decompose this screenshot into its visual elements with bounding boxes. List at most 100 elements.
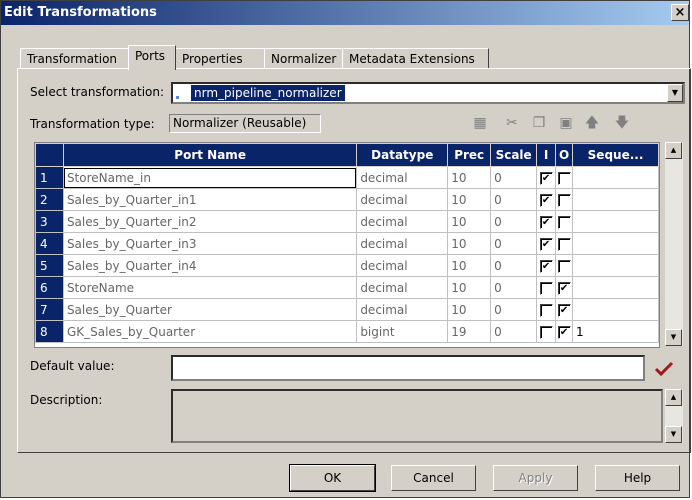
description-scrollbar[interactable]: ▲ ▼ bbox=[665, 389, 683, 443]
sequence-cell[interactable] bbox=[572, 276, 659, 299]
prec-cell[interactable]: 10 bbox=[447, 254, 492, 277]
paste-icon[interactable]: ▣ bbox=[555, 112, 577, 134]
tab-ports[interactable]: Ports bbox=[128, 45, 176, 70]
scale-cell[interactable]: 0 bbox=[490, 188, 538, 211]
sequence-cell[interactable] bbox=[572, 298, 659, 321]
input-checkbox[interactable] bbox=[539, 325, 553, 339]
table-row[interactable]: 1 StoreName_in decimal 10 0 ✔ bbox=[35, 166, 659, 189]
tab-normalizer[interactable]: Normalizer bbox=[264, 48, 343, 69]
table-row[interactable]: 3 Sales_by_Quarter_in2 decimal 10 0 ✔ bbox=[35, 210, 659, 233]
row-number[interactable]: 6 bbox=[35, 276, 64, 299]
port-name-cell[interactable]: Sales_by_Quarter_in2 bbox=[62, 210, 358, 233]
row-number[interactable]: 1 bbox=[35, 166, 64, 189]
scale-cell[interactable]: 0 bbox=[490, 254, 538, 277]
output-checkbox[interactable] bbox=[557, 215, 571, 229]
port-name-cell[interactable]: Sales_by_Quarter bbox=[62, 298, 358, 321]
header-datatype[interactable]: Datatype bbox=[356, 143, 449, 167]
port-name-cell[interactable]: Sales_by_Quarter_in3 bbox=[62, 232, 358, 255]
prec-cell[interactable]: 10 bbox=[447, 210, 492, 233]
row-number[interactable]: 4 bbox=[35, 232, 64, 255]
port-name-cell[interactable]: Sales_by_Quarter_in1 bbox=[62, 188, 358, 211]
sequence-cell[interactable] bbox=[572, 166, 659, 189]
input-checkbox[interactable]: ✔ bbox=[539, 237, 553, 251]
prec-cell[interactable]: 10 bbox=[447, 276, 492, 299]
datatype-cell[interactable]: decimal bbox=[356, 210, 449, 233]
grid-scrollbar[interactable]: ▲ ▼ bbox=[665, 142, 683, 346]
datatype-cell[interactable]: decimal bbox=[356, 188, 449, 211]
chevron-down-icon[interactable]: ▼ bbox=[667, 84, 683, 102]
scale-cell[interactable]: 0 bbox=[490, 232, 538, 255]
output-checkbox[interactable] bbox=[557, 237, 571, 251]
row-number[interactable]: 5 bbox=[35, 254, 64, 277]
default-value-input[interactable] bbox=[171, 355, 645, 381]
output-checkbox[interactable]: ✔ bbox=[557, 281, 571, 295]
sequence-cell[interactable] bbox=[572, 188, 659, 211]
prec-cell[interactable]: 19 bbox=[447, 320, 492, 343]
copy-icon[interactable]: ❐ bbox=[528, 112, 550, 134]
header-prec[interactable]: Prec bbox=[447, 143, 492, 167]
prec-cell[interactable]: 10 bbox=[447, 188, 492, 211]
input-checkbox[interactable]: ✔ bbox=[539, 259, 553, 273]
scale-cell[interactable]: 0 bbox=[490, 166, 538, 189]
datatype-cell[interactable]: decimal bbox=[356, 276, 449, 299]
output-checkbox[interactable] bbox=[557, 259, 571, 273]
scale-cell[interactable]: 0 bbox=[490, 210, 538, 233]
table-row[interactable]: 7 Sales_by_Quarter decimal 10 0 ✔ bbox=[35, 298, 659, 321]
table-row[interactable]: 8 GK_Sales_by_Quarter bigint 19 0 ✔ 1 bbox=[35, 320, 659, 343]
cancel-button[interactable]: Cancel bbox=[391, 465, 476, 491]
header-port-name[interactable]: Port Name bbox=[62, 143, 358, 167]
output-checkbox[interactable] bbox=[557, 171, 571, 185]
sequence-cell[interactable] bbox=[572, 210, 659, 233]
sequence-cell[interactable]: 1 bbox=[572, 320, 659, 343]
tab-metadata-extensions[interactable]: Metadata Extensions bbox=[342, 48, 489, 69]
table-row[interactable]: 6 StoreName decimal 10 0 ✔ bbox=[35, 276, 659, 299]
move-down-icon[interactable]: 🡇 bbox=[611, 112, 633, 134]
scroll-up-icon[interactable]: ▲ bbox=[665, 389, 682, 406]
prec-cell[interactable]: 10 bbox=[447, 298, 492, 321]
input-checkbox[interactable]: ✔ bbox=[539, 193, 553, 207]
table-row[interactable]: 5 Sales_by_Quarter_in4 decimal 10 0 ✔ bbox=[35, 254, 659, 277]
port-name-cell[interactable]: Sales_by_Quarter_in4 bbox=[62, 254, 358, 277]
header-input[interactable]: I bbox=[536, 143, 557, 167]
scale-cell[interactable]: 0 bbox=[490, 276, 538, 299]
port-name-cell[interactable]: GK_Sales_by_Quarter bbox=[62, 320, 358, 343]
output-checkbox[interactable]: ✔ bbox=[557, 325, 571, 339]
datatype-cell[interactable]: decimal bbox=[356, 254, 449, 277]
close-button[interactable]: × bbox=[671, 4, 689, 21]
header-scale[interactable]: Scale bbox=[490, 143, 538, 167]
tab-properties[interactable]: Properties bbox=[175, 48, 265, 69]
prec-cell[interactable]: 10 bbox=[447, 232, 492, 255]
scroll-down-icon[interactable]: ▼ bbox=[665, 329, 682, 346]
select-transformation-combo[interactable]: nrm_pipeline_normalizer ▼ bbox=[171, 82, 685, 104]
scroll-down-icon[interactable]: ▼ bbox=[665, 426, 682, 443]
description-textarea[interactable] bbox=[171, 389, 663, 443]
cut-icon[interactable]: ✂ bbox=[501, 112, 523, 134]
datatype-cell[interactable]: decimal bbox=[356, 298, 449, 321]
scale-cell[interactable]: 0 bbox=[490, 298, 538, 321]
scroll-up-icon[interactable]: ▲ bbox=[665, 142, 682, 159]
prec-cell[interactable]: 10 bbox=[447, 166, 492, 189]
row-number[interactable]: 8 bbox=[35, 320, 64, 343]
output-checkbox[interactable] bbox=[557, 193, 571, 207]
port-name-cell[interactable]: StoreName_in bbox=[62, 166, 358, 189]
new-port-icon[interactable]: ▦ bbox=[469, 112, 491, 134]
input-checkbox[interactable] bbox=[539, 303, 553, 317]
tab-transformation[interactable]: Transformation bbox=[20, 48, 131, 69]
help-button[interactable]: Help bbox=[595, 465, 680, 491]
input-checkbox[interactable]: ✔ bbox=[539, 215, 553, 229]
datatype-cell[interactable]: decimal bbox=[356, 166, 449, 189]
scale-cell[interactable]: 0 bbox=[490, 320, 538, 343]
header-output[interactable]: O bbox=[555, 143, 574, 167]
input-checkbox[interactable]: ✔ bbox=[539, 171, 553, 185]
output-checkbox[interactable]: ✔ bbox=[557, 303, 571, 317]
datatype-cell[interactable]: bigint bbox=[356, 320, 449, 343]
ok-button[interactable]: OK bbox=[289, 464, 376, 492]
move-up-icon[interactable]: 🡅 bbox=[581, 112, 603, 134]
row-number[interactable]: 2 bbox=[35, 188, 64, 211]
validate-check-icon[interactable] bbox=[653, 359, 675, 379]
sequence-cell[interactable] bbox=[572, 254, 659, 277]
table-row[interactable]: 4 Sales_by_Quarter_in3 decimal 10 0 ✔ bbox=[35, 232, 659, 255]
table-row[interactable]: 2 Sales_by_Quarter_in1 decimal 10 0 ✔ bbox=[35, 188, 659, 211]
input-checkbox[interactable] bbox=[539, 281, 553, 295]
row-number[interactable]: 7 bbox=[35, 298, 64, 321]
